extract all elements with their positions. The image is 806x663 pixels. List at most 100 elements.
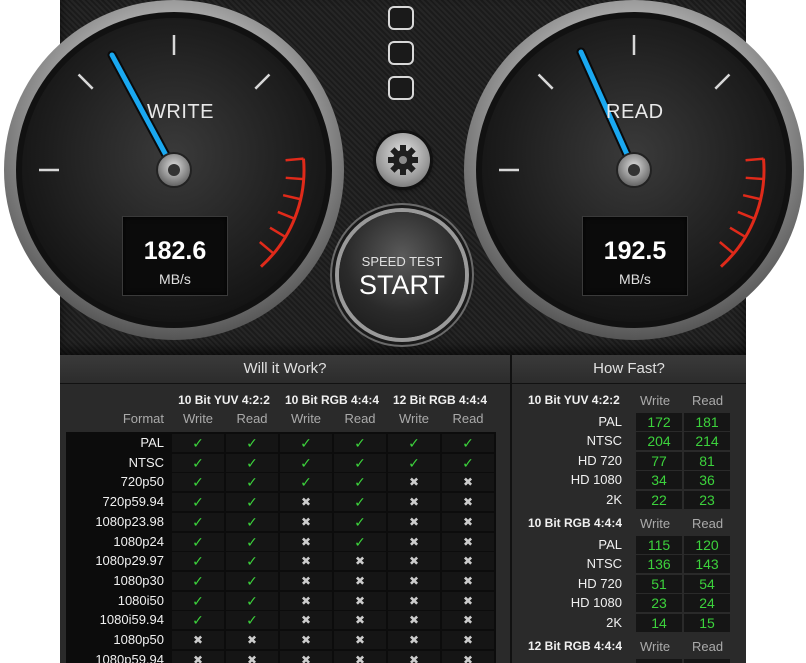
how-fast-row-format: 2K bbox=[606, 491, 622, 507]
cross-icon: ✖ bbox=[442, 493, 494, 512]
cross-icon: ✖ bbox=[280, 591, 332, 610]
cross-icon: ✖ bbox=[388, 611, 440, 630]
how-fast-write-value: 22 bbox=[636, 490, 682, 509]
how-fast-row-format: HD 1080 bbox=[570, 472, 622, 488]
check-icon: ✓ bbox=[172, 611, 224, 630]
check-icon: ✓ bbox=[226, 552, 278, 571]
table-row-format: 1080p24 bbox=[113, 533, 164, 549]
how-fast-row-format: HD 720 bbox=[577, 452, 622, 468]
how-fast-group-header: 12 Bit RGB 4:4:4 bbox=[528, 639, 623, 653]
how-fast-column-write: Write bbox=[640, 639, 671, 654]
how-fast-write-value: 51 bbox=[636, 574, 682, 593]
how-fast-write-value: 77 bbox=[636, 451, 682, 470]
check-icon: ✓ bbox=[172, 453, 224, 472]
how-fast-read-value: 23 bbox=[684, 490, 730, 509]
will-it-work-column-write: Write bbox=[290, 411, 322, 426]
cross-icon: ✖ bbox=[388, 512, 440, 531]
check-icon: ✓ bbox=[226, 453, 278, 472]
check-icon: ✓ bbox=[172, 591, 224, 610]
read-gauge-label: READ bbox=[606, 101, 664, 123]
indicator-slot-3 bbox=[388, 76, 414, 100]
how-fast-row-format: PAL bbox=[598, 537, 622, 552]
cross-icon: ✖ bbox=[442, 532, 494, 551]
check-icon: ✓ bbox=[172, 512, 224, 531]
cross-icon: ✖ bbox=[442, 552, 494, 571]
check-icon: ✓ bbox=[226, 512, 278, 531]
check-icon: ✓ bbox=[172, 571, 224, 590]
how-fast-column-read: Read bbox=[692, 639, 724, 654]
read-speed-unit: MB/s bbox=[619, 271, 651, 287]
cross-icon: ✖ bbox=[334, 571, 386, 590]
write-gauge-hub-center bbox=[168, 164, 180, 176]
check-icon: ✓ bbox=[280, 453, 332, 472]
check-icon: ✓ bbox=[226, 493, 278, 512]
table-row-format: 1080p59.94 bbox=[95, 651, 164, 663]
how-fast-write-value: 172 bbox=[636, 413, 682, 431]
cross-icon: ✖ bbox=[442, 473, 494, 492]
table-row-format: 1080p50 bbox=[113, 632, 164, 647]
start-button[interactable]: SPEED TEST START bbox=[339, 212, 465, 338]
cross-icon: ✖ bbox=[280, 571, 332, 590]
will-it-work-column-write: Write bbox=[398, 411, 430, 426]
check-icon: ✓ bbox=[334, 434, 386, 452]
cross-icon: ✖ bbox=[442, 631, 494, 649]
check-icon: ✓ bbox=[226, 473, 278, 492]
will-it-work-group-header: 10 Bit YUV 4:2:2 bbox=[178, 393, 270, 407]
cross-icon: ✖ bbox=[388, 650, 440, 663]
cross-icon: ✖ bbox=[280, 512, 332, 531]
write-redline-tick bbox=[285, 157, 304, 162]
how-fast-write-value: 204 bbox=[636, 432, 682, 451]
how-fast-row-format: NTSC bbox=[586, 433, 622, 449]
gear-icon bbox=[388, 145, 418, 175]
how-fast-write-value: 34 bbox=[636, 471, 682, 490]
how-fast-row-format: HD 720 bbox=[577, 575, 622, 591]
cross-icon: ✖ bbox=[442, 512, 494, 531]
start-button-label: START bbox=[358, 270, 445, 300]
table-row-format: PAL bbox=[140, 435, 164, 450]
read-speed-value: 192.5 bbox=[603, 237, 667, 265]
will-it-work-column-read: Read bbox=[344, 411, 376, 426]
how-fast-title: How Fast? bbox=[512, 355, 746, 384]
speed-test-window: WRITE 182.6 MB/s READ 192.5 MB/s SPEED T… bbox=[0, 0, 806, 663]
check-icon: ✓ bbox=[442, 453, 494, 472]
cross-icon: ✖ bbox=[280, 493, 332, 512]
check-icon: ✓ bbox=[334, 512, 386, 531]
cross-icon: ✖ bbox=[280, 532, 332, 551]
check-icon: ✓ bbox=[172, 532, 224, 551]
check-icon: ✓ bbox=[226, 434, 278, 452]
how-fast-row-format: 2K bbox=[606, 614, 622, 630]
how-fast-write-value: 14 bbox=[636, 613, 682, 632]
cross-icon: ✖ bbox=[172, 650, 224, 663]
how-fast-read-value: 214 bbox=[684, 432, 730, 451]
cross-icon: ✖ bbox=[442, 571, 494, 590]
cross-icon: ✖ bbox=[334, 591, 386, 610]
cross-icon: ✖ bbox=[280, 631, 332, 649]
check-icon: ✓ bbox=[334, 453, 386, 472]
how-fast-read-value: 80 bbox=[684, 659, 730, 663]
settings-button[interactable] bbox=[376, 133, 430, 187]
how-fast-column-write: Write bbox=[640, 516, 671, 531]
how-fast-read-value: 143 bbox=[684, 555, 730, 574]
write-speed-unit: MB/s bbox=[159, 271, 191, 287]
how-fast-column-write: Write bbox=[640, 393, 671, 408]
table-row-format: NTSC bbox=[128, 454, 164, 470]
how-fast-write-value: 76 bbox=[636, 659, 682, 663]
check-icon: ✓ bbox=[280, 434, 332, 452]
cross-icon: ✖ bbox=[280, 650, 332, 663]
table-row-format: 1080p30 bbox=[113, 572, 164, 588]
how-fast-read-value: 181 bbox=[684, 413, 730, 431]
results-panel: Will it Work? How Fast? 10 Bit YUV 4:2:2… bbox=[60, 355, 746, 663]
cross-icon: ✖ bbox=[280, 552, 332, 571]
cross-icon: ✖ bbox=[442, 591, 494, 610]
will-it-work-title: Will it Work? bbox=[60, 355, 510, 384]
check-icon: ✓ bbox=[172, 493, 224, 512]
write-redline-tick bbox=[285, 176, 304, 181]
how-fast-read-value: 81 bbox=[684, 451, 730, 470]
check-icon: ✓ bbox=[226, 571, 278, 590]
cross-icon: ✖ bbox=[442, 611, 494, 630]
check-icon: ✓ bbox=[226, 532, 278, 551]
will-it-work-column-read: Read bbox=[236, 411, 268, 426]
how-fast-row-format: PAL bbox=[598, 414, 622, 429]
how-fast-group-header: 10 Bit YUV 4:2:2 bbox=[528, 393, 620, 407]
cross-icon: ✖ bbox=[442, 650, 494, 663]
